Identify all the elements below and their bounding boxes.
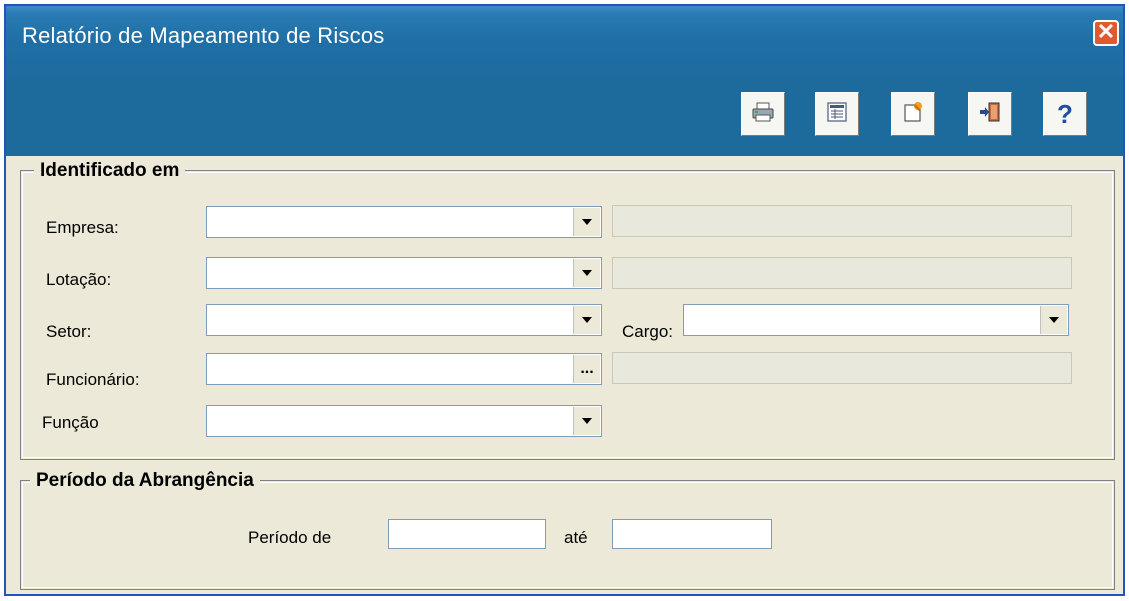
periodo-legend: Período da Abrangência [30, 470, 260, 492]
funcao-select[interactable] [206, 405, 602, 437]
cargo-select[interactable] [683, 304, 1069, 336]
funcionario-input[interactable]: ... [206, 353, 602, 385]
setor-select[interactable] [206, 304, 602, 336]
preview-icon [826, 101, 848, 128]
identificado-legend: Identificado em [34, 160, 186, 182]
periodo-end-input[interactable] [612, 519, 772, 549]
exit-button[interactable] [968, 92, 1012, 136]
lotacao-select[interactable] [206, 257, 602, 289]
chevron-down-icon[interactable] [573, 208, 600, 236]
window-title: Relatório de Mapeamento de Riscos [22, 23, 385, 48]
printer-icon [751, 101, 775, 128]
empresa-description [612, 205, 1072, 237]
exit-door-icon [978, 101, 1002, 128]
funcionario-description [612, 352, 1072, 384]
close-button[interactable]: ✕ [1093, 20, 1119, 46]
print-button[interactable] [741, 92, 785, 136]
toolbar [6, 78, 1123, 156]
funcionario-label: Funcionário: [46, 370, 140, 389]
report-window: Relatório de Mapeamento de Riscos ✕ ? Id… [4, 4, 1125, 596]
help-icon: ? [1057, 98, 1073, 129]
preview-button[interactable] [815, 92, 859, 136]
ate-label: até [564, 528, 588, 547]
edit-icon [902, 101, 924, 128]
edit-button[interactable] [891, 92, 935, 136]
empresa-label: Empresa: [46, 218, 119, 237]
periodo-start-input[interactable] [388, 519, 546, 549]
setor-label: Setor: [46, 322, 92, 341]
lotacao-label: Lotação: [46, 270, 112, 289]
funcao-label: Função [42, 413, 99, 432]
chevron-down-icon[interactable] [573, 407, 600, 435]
chevron-down-icon[interactable] [1040, 306, 1067, 334]
cargo-label: Cargo: [622, 322, 674, 341]
periodo-de-label: Período de [248, 528, 332, 547]
ellipsis-icon: ... [580, 360, 594, 377]
help-button[interactable]: ? [1043, 92, 1087, 136]
lotacao-description [612, 257, 1072, 289]
chevron-down-icon[interactable] [573, 259, 600, 287]
chevron-down-icon[interactable] [573, 306, 600, 334]
lookup-button[interactable]: ... [573, 355, 600, 383]
empresa-select[interactable] [206, 206, 602, 238]
